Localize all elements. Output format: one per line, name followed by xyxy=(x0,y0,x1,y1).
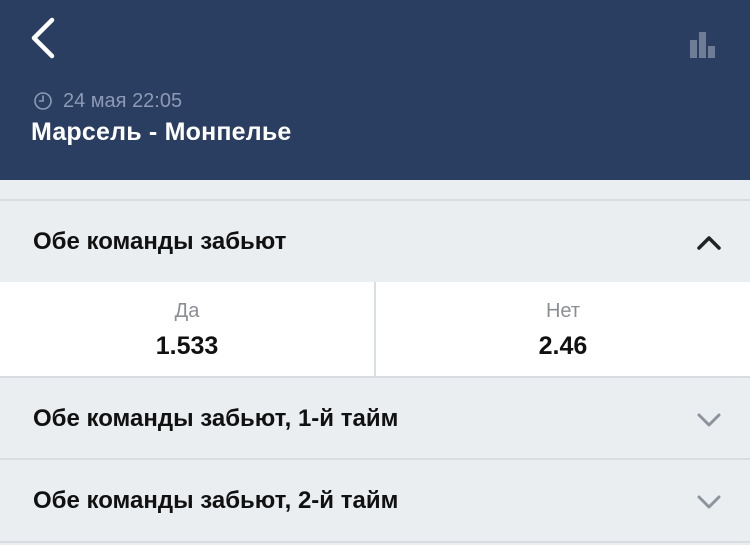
bar-chart-icon xyxy=(690,32,715,58)
outcome-yes[interactable]: Да 1.533 xyxy=(0,282,374,376)
outcome-odd: 2.46 xyxy=(538,332,588,360)
market-title: Обе команды забьют xyxy=(33,227,287,255)
chevron-up-icon[interactable] xyxy=(696,235,722,251)
market-both-teams-score-2nd-half[interactable]: Обе команды забьют, 2-й тайм xyxy=(0,458,750,541)
outcome-name: Да xyxy=(174,300,200,322)
outcome-odd: 1.533 xyxy=(155,332,219,360)
match-datetime: 24 мая 22:05 xyxy=(33,88,182,114)
market-title: Обе команды забьют, 2-й тайм xyxy=(33,486,399,514)
match-title: Марсель - Монпелье xyxy=(31,118,292,146)
outcomes-row: Да 1.533 Нет 2.46 xyxy=(0,282,750,376)
match-header: 24 мая 22:05 Марсель - Монпелье xyxy=(0,0,750,180)
datetime-text: 24 мая 22:05 xyxy=(63,89,183,112)
chevron-down-icon[interactable] xyxy=(696,494,722,510)
outcome-name: Нет xyxy=(545,300,581,322)
divider xyxy=(0,541,750,545)
statistics-button[interactable] xyxy=(686,30,720,60)
market-both-teams-score[interactable]: Обе команды забьют xyxy=(0,199,750,282)
back-button[interactable] xyxy=(22,14,66,60)
chevron-left-icon xyxy=(31,17,55,59)
market-title: Обе команды забьют, 1-й тайм xyxy=(33,404,399,432)
clock-icon xyxy=(34,92,52,110)
market-both-teams-score-1st-half[interactable]: Обе команды забьют, 1-й тайм xyxy=(0,376,750,459)
outcome-no[interactable]: Нет 2.46 xyxy=(374,282,750,376)
chevron-down-icon[interactable] xyxy=(696,412,722,428)
